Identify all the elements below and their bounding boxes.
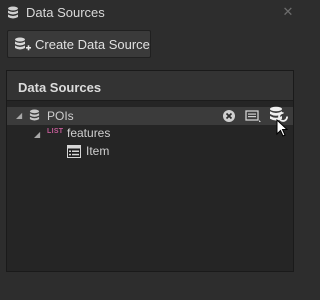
- database-icon: [7, 6, 19, 20]
- window-footer: [0, 272, 300, 300]
- tree-label-item: Item: [86, 144, 110, 158]
- tree-row-features[interactable]: ◢ LIST features: [7, 125, 293, 143]
- create-data-source-button[interactable]: Create Data Source: [7, 30, 151, 58]
- database-add-icon: [14, 37, 32, 53]
- tree-label-pois: POIs: [47, 109, 74, 123]
- table-item-icon: [67, 145, 81, 158]
- database-icon: [29, 109, 41, 123]
- tree-row-item[interactable]: Item: [7, 143, 293, 161]
- expand-caret-icon[interactable]: ◢: [34, 130, 40, 139]
- data-sources-panel: Data Sources ◢ POIs ◢ LIST features Item: [6, 70, 294, 272]
- mouse-cursor-icon: [276, 118, 289, 137]
- close-icon[interactable]: ✕: [281, 5, 295, 19]
- window-title: Data Sources: [26, 5, 105, 20]
- panel-header: Data Sources: [7, 71, 293, 101]
- remove-circle-icon[interactable]: [222, 109, 236, 123]
- create-data-source-label: Create Data Source: [35, 37, 150, 52]
- window-titlebar: Data Sources ✕: [0, 0, 300, 26]
- expand-caret-icon[interactable]: ◢: [16, 111, 22, 120]
- panel-title: Data Sources: [18, 80, 102, 95]
- edit-data-icon[interactable]: [245, 109, 261, 123]
- list-type-icon: LIST: [47, 128, 64, 135]
- tree-label-features: features: [67, 126, 111, 140]
- tree-row-pois[interactable]: ◢ POIs: [7, 106, 293, 125]
